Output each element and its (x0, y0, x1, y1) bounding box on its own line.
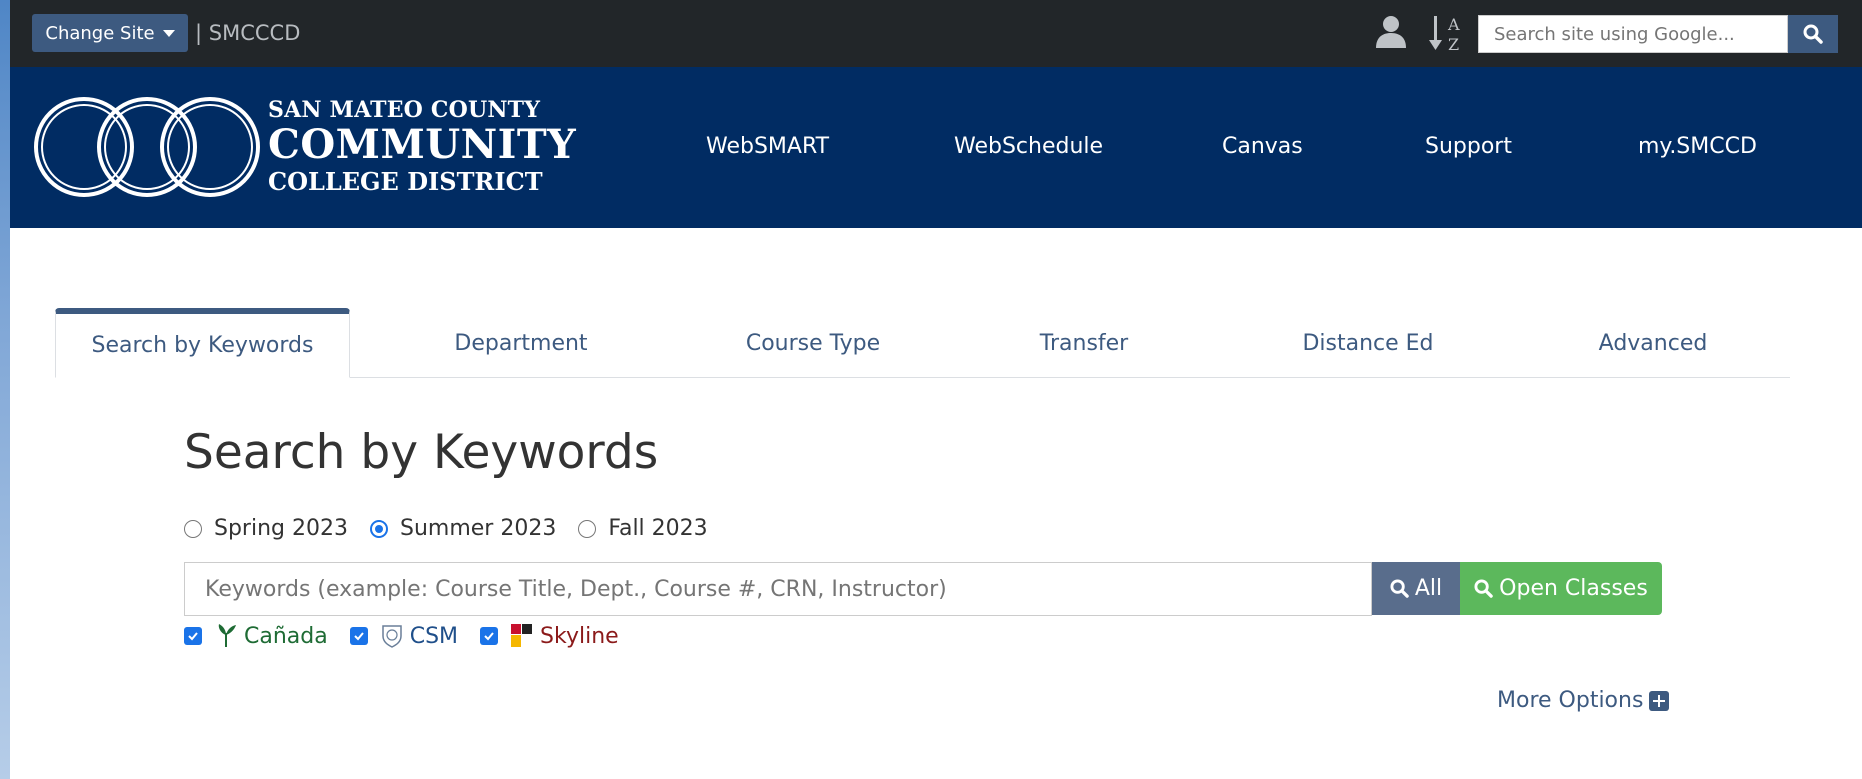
term-label-spring-2023[interactable]: Spring 2023 (214, 516, 348, 541)
nav-websmart[interactable]: WebSMART (706, 134, 829, 159)
check-icon (188, 632, 198, 641)
keyword-search-input[interactable] (184, 562, 1372, 616)
utility-bar: Change Site | SMCCCD A Z (10, 0, 1862, 67)
csm-shield-icon (381, 625, 402, 648)
checkbox-csm[interactable] (349, 627, 368, 645)
svg-text:Z: Z (1448, 35, 1459, 54)
more-options-link[interactable]: More Options (1497, 688, 1670, 713)
campus-filter: Cañada CSM Skyline (184, 623, 641, 649)
search-all-button[interactable]: All (1372, 562, 1460, 615)
district-logo-text[interactable]: SAN MATEO COUNTY COMMUNITY COLLEGE DISTR… (268, 97, 576, 196)
change-site-button[interactable]: Change Site (32, 14, 188, 52)
tab-distance-ed[interactable]: Distance Ed (1283, 308, 1453, 378)
tab-transfer[interactable]: Transfer (1014, 308, 1154, 378)
search-all-label: All (1414, 576, 1443, 601)
check-icon (354, 632, 364, 641)
google-search-input[interactable] (1478, 15, 1788, 53)
term-label-fall-2023[interactable]: Fall 2023 (608, 516, 707, 541)
nav-support[interactable]: Support (1425, 134, 1512, 159)
term-radio-fall-2023[interactable] (578, 519, 597, 538)
canada-leaf-icon (218, 624, 236, 647)
tab-department[interactable]: Department (430, 308, 612, 378)
page-title: Search by Keywords (184, 425, 659, 480)
checkbox-skyline[interactable] (480, 627, 499, 645)
svg-text:A: A (1447, 15, 1460, 34)
check-icon (484, 632, 494, 641)
term-radio-spring-2023[interactable] (184, 519, 202, 538)
search-icon (1474, 579, 1493, 598)
skyline-logo-icon (511, 624, 533, 647)
checkbox-canada[interactable] (184, 627, 202, 645)
logo-line-2: COMMUNITY (268, 121, 577, 168)
nav-canvas[interactable]: Canvas (1222, 134, 1303, 159)
site-name: | SMCCCD (195, 21, 301, 45)
logo-line-1: SAN MATEO COUNTY (268, 97, 541, 123)
search-open-classes-button[interactable]: Open Classes (1460, 562, 1662, 615)
district-logo-rings[interactable] (32, 95, 262, 199)
term-radio-summer-2023[interactable] (369, 519, 388, 538)
google-search-button[interactable] (1788, 15, 1838, 53)
page: Change Site | SMCCCD A Z Search site usi… (10, 0, 1862, 779)
more-options-label: More Options (1497, 688, 1644, 713)
search-icon (1390, 579, 1409, 598)
a-z-index-icon[interactable]: A Z (1428, 12, 1470, 54)
term-label-summer-2023[interactable]: Summer 2023 (400, 516, 556, 541)
open-classes-label: Open Classes (1499, 576, 1648, 601)
change-site-label: Change Site (45, 22, 155, 44)
campus-label-skyline[interactable]: Skyline (540, 624, 619, 649)
tab-search-by-keywords[interactable]: Search by Keywords (55, 308, 350, 378)
term-selector: Spring 2023 Summer 2023 Fall 2023 (184, 516, 730, 541)
plus-square-icon (1649, 690, 1670, 711)
nav-webschedule[interactable]: WebSchedule (954, 134, 1103, 159)
tab-advanced[interactable]: Advanced (1573, 308, 1733, 378)
nav-mysmccd[interactable]: my.SMCCD (1638, 134, 1757, 159)
tab-course-type[interactable]: Course Type (722, 308, 904, 378)
site-header: SAN MATEO COUNTY COMMUNITY COLLEGE DISTR… (10, 67, 1862, 228)
caret-down-icon (162, 29, 175, 37)
campus-label-csm[interactable]: CSM (410, 624, 458, 649)
user-icon[interactable] (1374, 14, 1408, 50)
logo-line-3: COLLEGE DISTRICT (268, 167, 543, 196)
campus-label-canada[interactable]: Cañada (244, 624, 328, 649)
search-icon (1803, 24, 1823, 44)
